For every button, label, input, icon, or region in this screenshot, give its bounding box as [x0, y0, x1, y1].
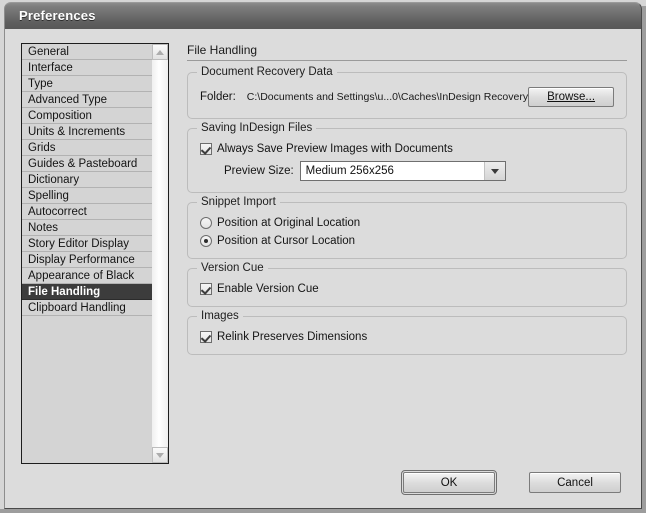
sidebar-item-file-handling[interactable]: File Handling — [22, 284, 152, 300]
sidebar-item-display-performance[interactable]: Display Performance — [22, 252, 152, 268]
snippet-original-location-row[interactable]: Position at Original Location — [200, 217, 614, 229]
sidebar-item-units-and-increments[interactable]: Units & Increments — [22, 124, 152, 140]
position-cursor-location-radio[interactable] — [200, 235, 212, 247]
dialog-footer: OK Cancel — [5, 470, 641, 496]
chevron-down-icon — [156, 452, 164, 458]
enable-version-cue-label: Enable Version Cue — [217, 283, 319, 295]
sidebar-item-spelling[interactable]: Spelling — [22, 188, 152, 204]
sidebar-item-general[interactable]: General — [22, 44, 152, 60]
ok-button-label: OK — [440, 477, 458, 489]
title-bar[interactable]: Preferences — [4, 2, 642, 29]
preview-size-row: Preview Size: Medium 256x256 — [224, 161, 614, 181]
sidebar-item-label: Grids — [28, 142, 56, 154]
sidebar-item-autocorrect[interactable]: Autocorrect — [22, 204, 152, 220]
document-recovery-group: Document Recovery Data Folder: C:\Docume… — [187, 66, 627, 119]
sidebar-item-label: Story Editor Display — [28, 238, 129, 250]
sidebar-item-label: Advanced Type — [28, 94, 108, 106]
enable-version-cue-checkbox[interactable] — [200, 283, 212, 295]
sidebar-item-advanced-type[interactable]: Advanced Type — [22, 92, 152, 108]
preview-size-select[interactable]: Medium 256x256 — [299, 161, 506, 181]
sidebar-item-label: Dictionary — [28, 174, 80, 186]
snippet-import-legend: Snippet Import — [197, 196, 280, 208]
always-save-preview-label: Always Save Preview Images with Document… — [217, 143, 453, 155]
saving-indesign-files-group: Saving InDesign Files Always Save Previe… — [187, 122, 627, 193]
sidebar-item-guides-and-pasteboard[interactable]: Guides & Pasteboard — [22, 156, 152, 172]
chevron-down-icon — [490, 168, 499, 174]
browse-button[interactable]: Browse... — [528, 87, 614, 107]
sidebar-item-story-editor-display[interactable]: Story Editor Display — [22, 236, 152, 252]
sidebar-item-label: Spelling — [28, 190, 69, 202]
sidebar-item-appearance-of-black[interactable]: Appearance of Black — [22, 268, 152, 284]
pane-title: File Handling — [187, 43, 258, 57]
snippet-import-group: Snippet Import Position at Original Loca… — [187, 196, 627, 259]
sidebar-item-interface[interactable]: Interface — [22, 60, 152, 76]
file-handling-pane: File Handling Document Recovery Data Fol… — [187, 43, 627, 364]
images-group: Images Relink Preserves Dimensions — [187, 310, 627, 355]
scroll-up-button[interactable] — [152, 44, 168, 60]
browse-button-label: Browse... — [547, 91, 596, 103]
position-original-location-radio[interactable] — [200, 217, 212, 229]
preferences-dialog: Preferences General Interface Type Advanced… — [0, 0, 646, 513]
folder-path-value: C:\Documents and Settings\u...0\Caches\I… — [246, 91, 529, 103]
sidebar-item-label: General — [28, 46, 69, 58]
version-cue-group: Version Cue Enable Version Cue — [187, 262, 627, 307]
window-shadow-bottom — [0, 509, 646, 513]
cancel-button-label: Cancel — [557, 477, 593, 489]
scroll-down-button[interactable] — [152, 447, 168, 463]
sidebar-item-label: Composition — [28, 110, 92, 122]
document-recovery-legend: Document Recovery Data — [197, 66, 337, 78]
relink-preserves-dimensions-row[interactable]: Relink Preserves Dimensions — [200, 331, 614, 343]
preview-size-dropdown-button[interactable] — [483, 162, 505, 180]
window-shadow-right — [642, 6, 646, 513]
relink-preserves-dimensions-checkbox[interactable] — [200, 331, 212, 343]
always-save-preview-checkbox[interactable] — [200, 143, 212, 155]
images-legend: Images — [197, 310, 243, 322]
chevron-up-icon — [156, 49, 164, 55]
version-cue-legend: Version Cue — [197, 262, 268, 274]
sidebar-item-label: Clipboard Handling — [28, 302, 126, 314]
sidebar-item-label: Units & Increments — [28, 126, 126, 138]
window-title: Preferences — [19, 8, 96, 23]
folder-row: Folder: C:\Documents and Settings\u...0\… — [200, 87, 614, 107]
sidebar-item-grids[interactable]: Grids — [22, 140, 152, 156]
enable-version-cue-row[interactable]: Enable Version Cue — [200, 283, 614, 295]
sidebar-item-notes[interactable]: Notes — [22, 220, 152, 236]
sidebar-item-label: Notes — [28, 222, 59, 234]
sidebar-item-label: Interface — [28, 62, 73, 74]
sidebar-item-clipboard-handling[interactable]: Clipboard Handling — [22, 300, 152, 316]
relink-preserves-dimensions-label: Relink Preserves Dimensions — [217, 331, 368, 343]
sidebar-item-label: File Handling — [28, 286, 101, 298]
sidebar-item-label: Guides & Pasteboard — [28, 158, 138, 170]
sidebar-item-label: Display Performance — [28, 254, 135, 266]
pane-title-divider — [187, 60, 627, 61]
folder-label: Folder: — [200, 91, 236, 103]
position-original-location-label: Position at Original Location — [217, 217, 361, 229]
sidebar-item-label: Autocorrect — [28, 206, 87, 218]
always-save-preview-row[interactable]: Always Save Preview Images with Document… — [200, 143, 614, 155]
category-list-items: General Interface Type Advanced Type Composi… — [22, 44, 153, 463]
sidebar-item-composition[interactable]: Composition — [22, 108, 152, 124]
preview-size-value: Medium 256x256 — [305, 165, 394, 177]
category-list-scrollbar[interactable] — [152, 44, 168, 463]
position-cursor-location-label: Position at Cursor Location — [217, 235, 356, 247]
preview-size-label: Preview Size: — [224, 165, 294, 177]
snippet-cursor-location-row[interactable]: Position at Cursor Location — [200, 235, 614, 247]
preferences-category-list[interactable]: General Interface Type Advanced Type Composi… — [21, 43, 169, 464]
ok-button[interactable]: OK — [401, 470, 497, 495]
cancel-button[interactable]: Cancel — [529, 472, 621, 493]
saving-indesign-files-legend: Saving InDesign Files — [197, 122, 317, 134]
sidebar-item-label: Appearance of Black — [28, 270, 135, 282]
dialog-body: General Interface Type Advanced Type Composi… — [4, 29, 642, 509]
sidebar-item-label: Type — [28, 78, 53, 90]
sidebar-item-type[interactable]: Type — [22, 76, 152, 92]
sidebar-item-dictionary[interactable]: Dictionary — [22, 172, 152, 188]
